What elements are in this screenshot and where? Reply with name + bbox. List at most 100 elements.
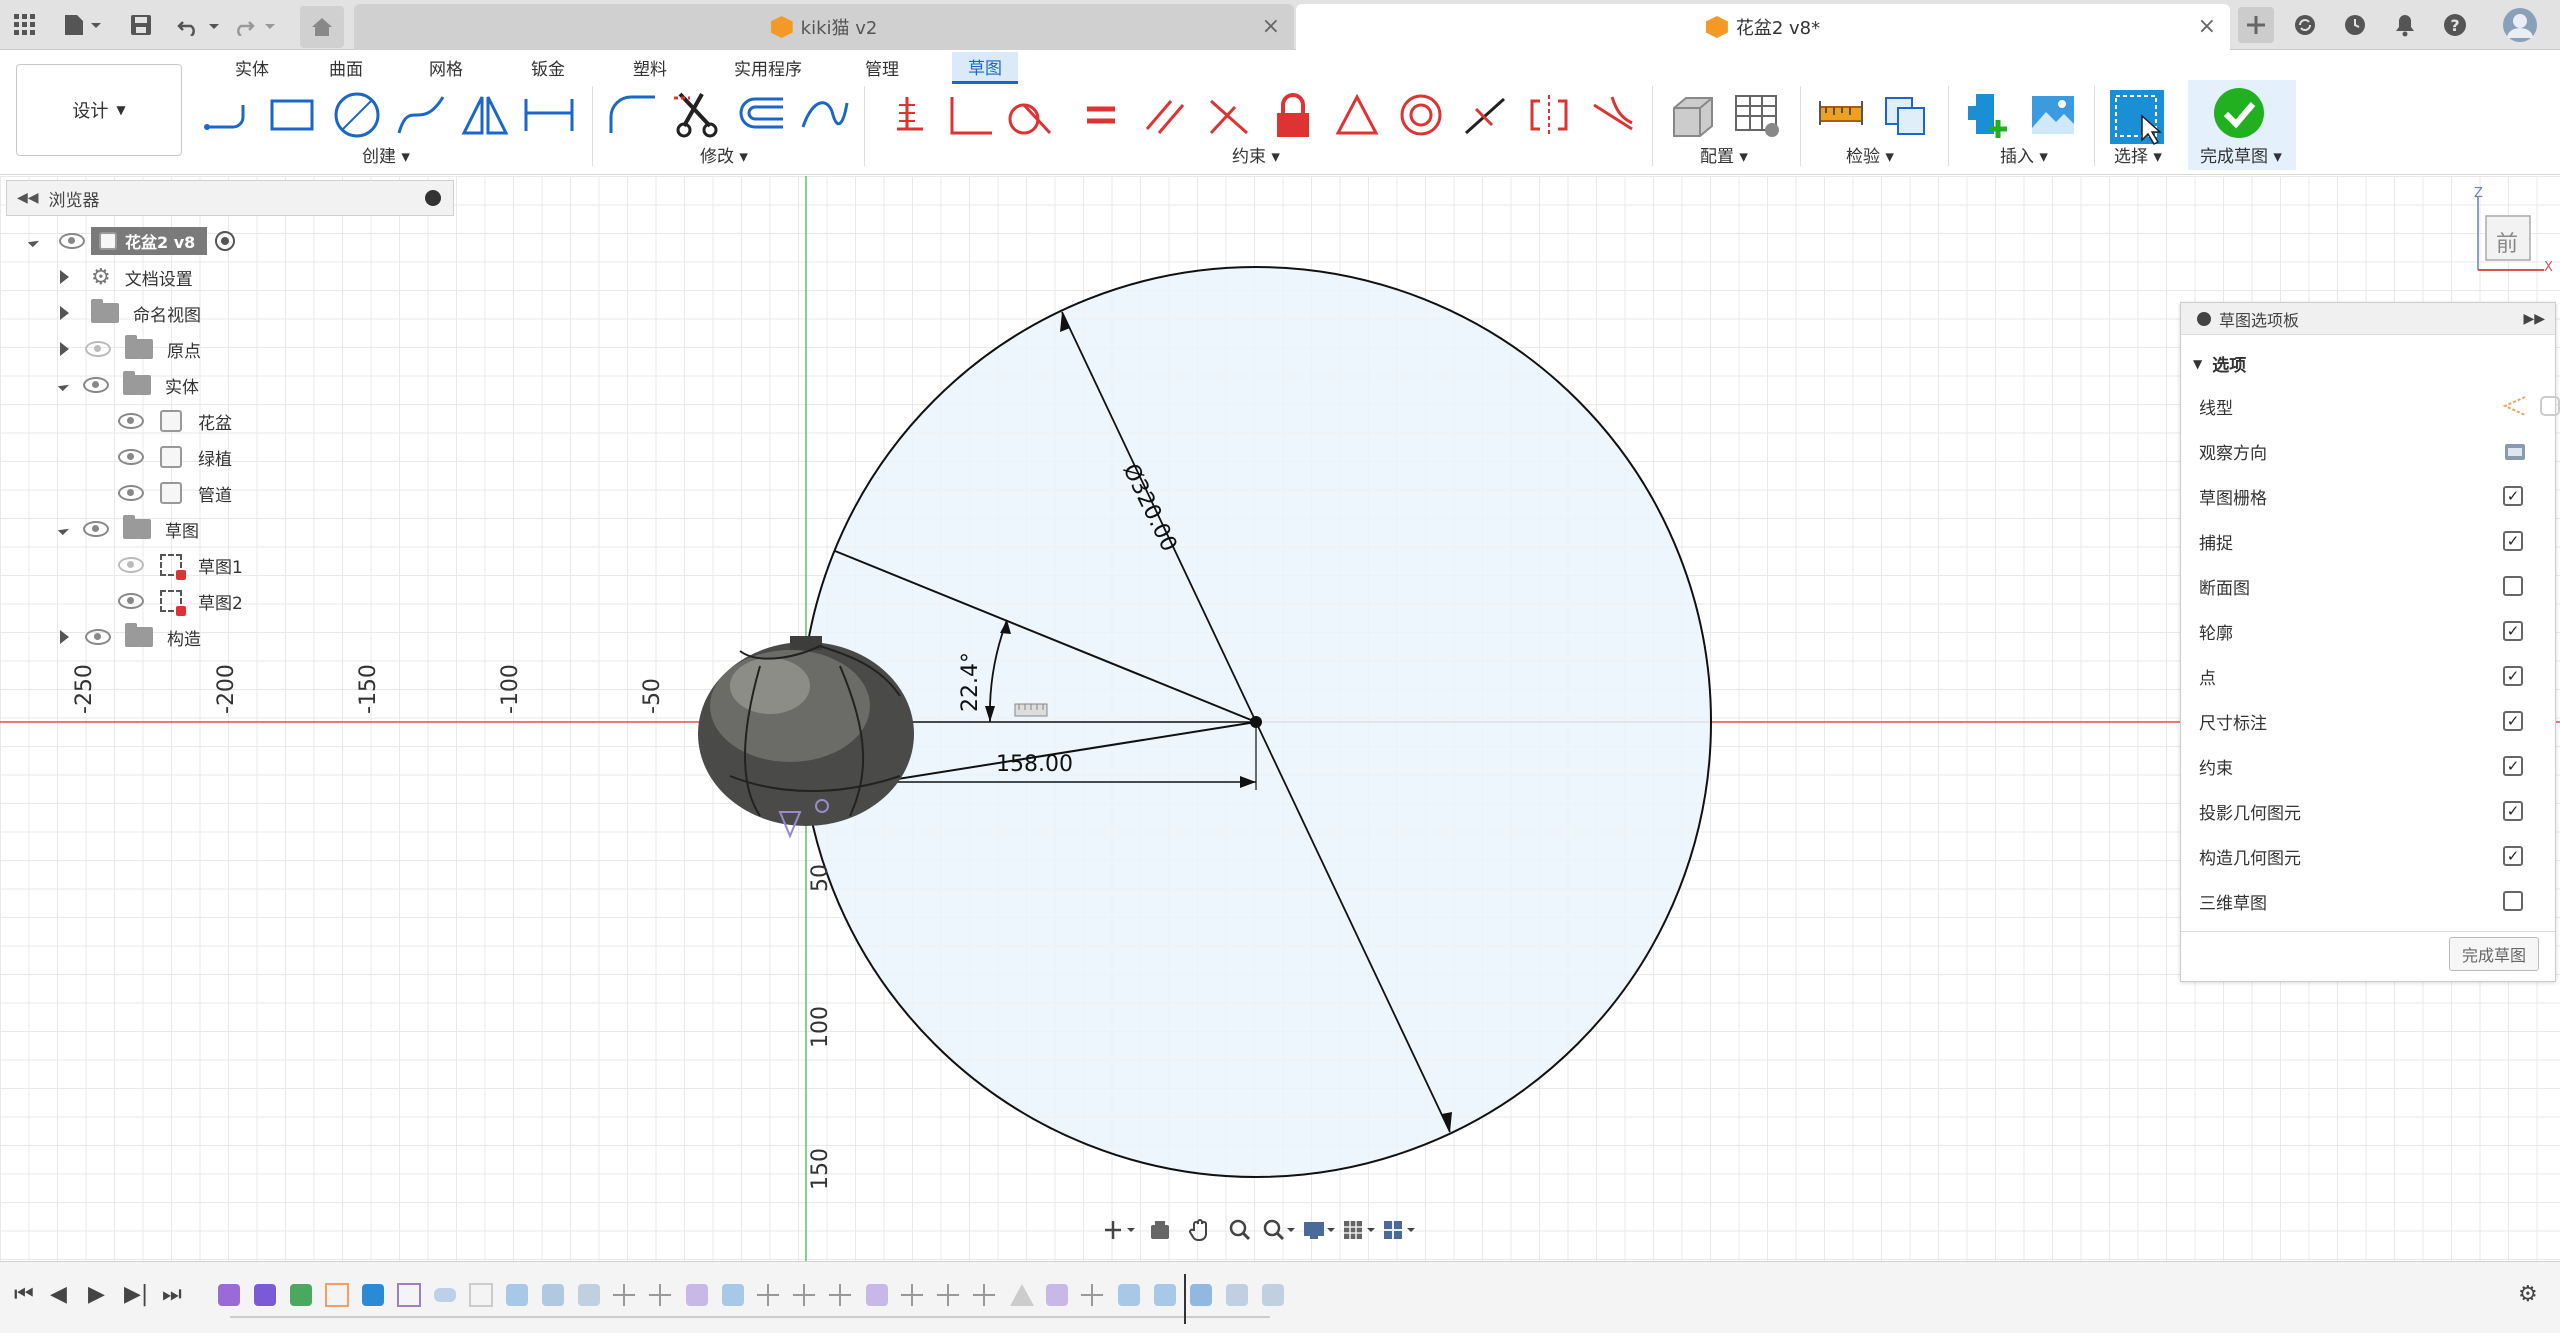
sketch-geometry[interactable] (0, 176, 2560, 1261)
select-window-icon[interactable] (2106, 86, 2168, 148)
line-tool-icon[interactable] (200, 86, 258, 144)
sync-icon[interactable] (2288, 8, 2322, 42)
history-icon[interactable] (2338, 8, 2372, 42)
insert-group-label[interactable]: 插入 ▾ (2000, 142, 2048, 167)
viewports-icon[interactable] (1380, 1214, 1420, 1246)
length-dimension-text[interactable]: 158.00 (996, 752, 1073, 777)
tree-item-sketch2[interactable]: 草图2 (112, 586, 243, 616)
visibility-eye-off-icon[interactable] (85, 341, 111, 357)
tree-item-doc-settings[interactable]: ⚙ 文档设置 (60, 262, 193, 292)
tab-solid[interactable]: 实体 (222, 52, 282, 82)
close-icon[interactable]: × (1262, 14, 1280, 39)
fillet-tool-icon[interactable] (604, 86, 662, 144)
checkmark-icon[interactable] (2210, 84, 2268, 142)
tab-sketch[interactable]: 草图 (952, 52, 1018, 84)
expand-icon[interactable] (27, 235, 40, 247)
parameters-icon[interactable] (1664, 86, 1722, 144)
undo-icon[interactable] (176, 8, 222, 42)
tree-item-body-plant[interactable]: 绿植 (112, 442, 232, 472)
expand-icon[interactable] (60, 630, 69, 644)
avatar[interactable] (2500, 5, 2540, 45)
activate-radio-icon[interactable] (215, 231, 236, 251)
trim-scissors-icon[interactable] (668, 86, 726, 144)
collapse-triangle-icon[interactable]: ▼ (2193, 357, 2202, 371)
tree-item-construction[interactable]: 构造 (60, 622, 201, 652)
equal-constraint-icon[interactable] (1072, 86, 1130, 144)
checkbox-constraints[interactable]: ✓ (2503, 756, 2523, 776)
dimension-tool-icon[interactable] (520, 86, 578, 144)
play-icon[interactable]: ▶ (88, 1282, 105, 1307)
checkbox-3d-sketch[interactable] (2503, 891, 2523, 911)
expand-icon[interactable] (57, 379, 70, 391)
fix-constraint-icon[interactable] (880, 86, 938, 144)
visibility-eye-icon[interactable] (118, 593, 144, 609)
palette-header[interactable]: 草图选项板 ▶▶ (2181, 303, 2555, 335)
tab-plastic[interactable]: 塑料 (620, 52, 680, 82)
tab-huapen[interactable]: 花盆2 v8* × (1296, 4, 2230, 50)
finish-sketch-button[interactable]: 完成草图 (2449, 937, 2539, 971)
tab-surface[interactable]: 曲面 (316, 52, 376, 82)
redo-icon[interactable] (232, 8, 278, 42)
perpendicular-constraint-icon[interactable] (940, 86, 998, 144)
plus-icon[interactable] (2238, 7, 2274, 43)
rectangle-tool-icon[interactable] (264, 86, 322, 144)
timeline-features[interactable] (214, 1280, 1294, 1312)
collapse-icon[interactable]: ◀◀ (17, 190, 39, 206)
visibility-eye-icon[interactable] (83, 377, 109, 393)
step-forward-icon[interactable]: ▶| (124, 1282, 148, 1307)
circle-tool-icon[interactable] (328, 86, 386, 144)
options-section[interactable]: ▼ 选项 (2193, 351, 2246, 376)
expand-icon[interactable] (60, 270, 69, 284)
tab-kiki[interactable]: kiki猫 v2 × (354, 4, 1294, 50)
spline-tool-icon[interactable] (392, 86, 450, 144)
construction-line-icon[interactable] (2502, 395, 2527, 422)
display-settings-icon[interactable] (1300, 1214, 1340, 1246)
coincident-constraint-icon[interactable] (1200, 86, 1258, 144)
tree-item-sketches[interactable]: 草图 (57, 514, 199, 544)
triangle-constraint-icon[interactable] (1328, 86, 1386, 144)
midpoint-constraint-icon[interactable] (1456, 86, 1514, 144)
look-at-icon[interactable] (1140, 1214, 1180, 1246)
grid-settings-icon[interactable] (1340, 1214, 1380, 1246)
insert-derive-icon[interactable] (1960, 86, 2018, 144)
checkbox-profile[interactable]: ✓ (2503, 621, 2523, 641)
visibility-eye-icon[interactable] (118, 449, 144, 465)
save-icon[interactable] (124, 8, 158, 42)
view-cube-face-label[interactable]: 前 (2496, 226, 2518, 258)
skip-start-icon[interactable]: ⏮ (14, 1282, 34, 1307)
expand-icon[interactable] (60, 306, 69, 320)
tree-item-sketch1[interactable]: 草图1 (112, 550, 243, 580)
inspect-group-label[interactable]: 检验 ▾ (1846, 142, 1894, 167)
tree-item-body-pipe[interactable]: 管道 (112, 478, 232, 508)
tab-manage[interactable]: 管理 (852, 52, 912, 82)
visibility-eye-icon[interactable] (118, 413, 144, 429)
view-cube[interactable]: Z X 前 (2464, 186, 2556, 276)
tab-sheetmetal[interactable]: 钣金 (518, 52, 578, 82)
step-back-icon[interactable]: ◀ (50, 1282, 67, 1307)
configure-group-label[interactable]: 配置 ▾ (1700, 142, 1748, 167)
angle-dimension-text[interactable]: 22.4° (958, 652, 983, 712)
mirror-triangle-icon[interactable] (456, 86, 514, 144)
root-component[interactable]: 花盆2 v8 (91, 227, 208, 255)
modify-group-label[interactable]: 修改 ▾ (700, 142, 748, 167)
expand-icon[interactable] (57, 523, 70, 535)
curvature-constraint-icon[interactable] (1584, 86, 1642, 144)
select-group-label[interactable]: 选择 ▾ (2114, 142, 2162, 167)
concentric-constraint-icon[interactable] (1392, 86, 1450, 144)
skip-end-icon[interactable]: ⏭ (162, 1282, 182, 1307)
expand-icon[interactable] (60, 342, 69, 356)
visibility-eye-icon[interactable] (85, 629, 111, 645)
table-icon[interactable] (1728, 86, 1786, 144)
help-icon[interactable]: ? (2438, 8, 2472, 42)
orbit-icon[interactable] (1100, 1214, 1140, 1246)
tab-utilities[interactable]: 实用程序 (724, 52, 812, 82)
expand-arrows-icon[interactable]: ▶▶ (2523, 311, 2545, 327)
curve-tool-icon[interactable] (796, 86, 854, 144)
minimize-icon[interactable] (425, 190, 441, 206)
tree-item-body-pot[interactable]: 花盆 (112, 406, 232, 436)
checkbox-snap[interactable]: ✓ (2503, 531, 2523, 551)
insert-image-icon[interactable] (2024, 86, 2082, 144)
checkbox-projected[interactable]: ✓ (2503, 801, 2523, 821)
checkbox-construction[interactable]: ✓ (2503, 846, 2523, 866)
zoom-icon[interactable] (1220, 1214, 1260, 1246)
